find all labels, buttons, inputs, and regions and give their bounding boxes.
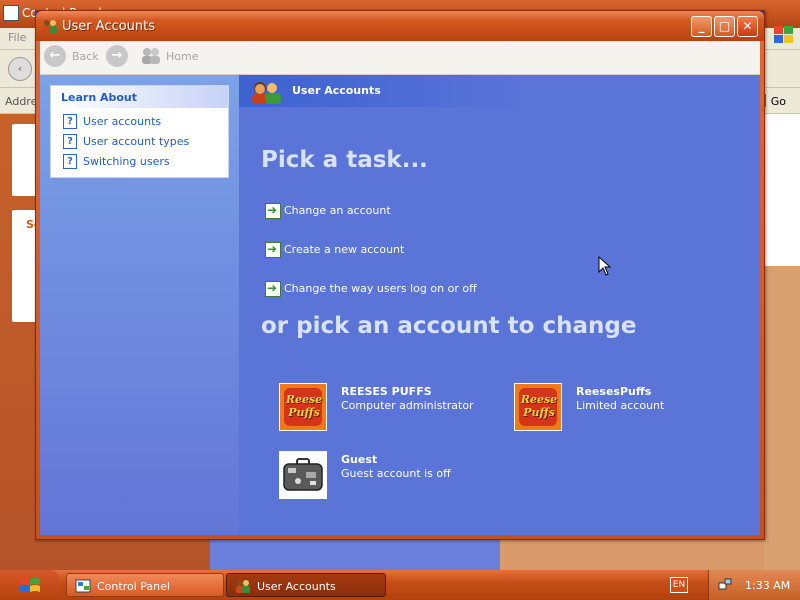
minimize-button[interactable]: _ bbox=[691, 16, 712, 37]
green-arrow-icon bbox=[265, 242, 281, 258]
sidebar-item-label: Switching users bbox=[83, 155, 170, 168]
window-title: User Accounts bbox=[62, 19, 156, 34]
windows-logo-icon bbox=[774, 26, 793, 43]
background-blue-strip bbox=[210, 540, 500, 570]
background-back-button[interactable]: ‹ bbox=[8, 57, 32, 81]
suitcase-icon bbox=[283, 458, 323, 491]
account-type: Limited account bbox=[576, 399, 665, 412]
task-label: Change an account bbox=[284, 204, 391, 217]
task-label: Create a new account bbox=[284, 243, 405, 256]
titlebar[interactable]: User Accounts _ □ ✕ bbox=[36, 11, 764, 41]
user-accounts-icon bbox=[43, 20, 57, 33]
picture-text: Reese Puffs bbox=[285, 393, 323, 419]
learn-about-title: Learn About bbox=[61, 91, 138, 104]
account-type: Computer administrator bbox=[341, 399, 474, 412]
mouse-cursor-icon bbox=[598, 256, 612, 276]
learn-about-box: Learn About ? User accounts ? User accou… bbox=[50, 85, 229, 178]
account-picture bbox=[279, 451, 327, 499]
pick-task-heading: Pick a task... bbox=[261, 147, 428, 173]
learn-about-header: Learn About bbox=[51, 86, 228, 108]
navigation-toolbar: ← Back → Home bbox=[40, 41, 760, 75]
help-icon: ? bbox=[63, 154, 77, 169]
menu-file[interactable]: File bbox=[8, 31, 26, 44]
close-button[interactable]: ✕ bbox=[737, 16, 758, 37]
taskbar-button-label: User Accounts bbox=[257, 580, 336, 593]
language-indicator[interactable]: EN bbox=[670, 577, 688, 593]
taskbar-button-label: Control Panel bbox=[97, 580, 170, 593]
task-label: Change the way users log on or off bbox=[284, 282, 477, 295]
background-right-top bbox=[764, 114, 800, 266]
help-icon: ? bbox=[63, 134, 77, 149]
account-name: REESES PUFFS bbox=[341, 385, 432, 398]
task-sidebar: Learn About ? User accounts ? User accou… bbox=[40, 75, 239, 535]
user-accounts-icon bbox=[236, 580, 250, 593]
forward-arrow-icon: → bbox=[106, 45, 128, 67]
network-icon[interactable] bbox=[717, 577, 733, 593]
user-accounts-window: User Accounts _ □ ✕ ← Back → Home Learn … bbox=[35, 10, 765, 540]
sidebar-item-label: User account types bbox=[83, 135, 190, 148]
pick-account-heading: or pick an account to change bbox=[261, 313, 637, 339]
account-tile-guest[interactable]: Guest Guest account is off bbox=[279, 451, 479, 501]
account-type: Guest account is off bbox=[341, 467, 451, 480]
account-name: ReesesPuffs bbox=[576, 385, 652, 398]
windows-logo-icon bbox=[20, 578, 40, 592]
back-button[interactable]: ← Back bbox=[44, 45, 104, 71]
home-button[interactable]: Home bbox=[138, 45, 208, 71]
main-panel: User Accounts Pick a task... Change an a… bbox=[239, 75, 760, 535]
account-picture: Reese Puffs bbox=[514, 383, 562, 431]
clock[interactable]: 1:33 AM bbox=[745, 579, 790, 592]
taskbar-button-control-panel[interactable]: Control Panel bbox=[66, 573, 224, 597]
picture-text: Reese Puffs bbox=[520, 393, 558, 419]
help-icon: ? bbox=[63, 114, 77, 129]
taskbar: Control Panel User Accounts EN 1:33 AM bbox=[0, 570, 800, 600]
home-label: Home bbox=[166, 50, 199, 63]
taskbar-button-user-accounts[interactable]: User Accounts bbox=[226, 573, 386, 597]
back-arrow-icon: ← bbox=[44, 45, 66, 67]
main-header-title: User Accounts bbox=[292, 84, 381, 97]
maximize-button[interactable]: □ bbox=[714, 16, 735, 37]
users-home-icon bbox=[142, 48, 160, 64]
system-tray: 1:33 AM bbox=[708, 570, 800, 600]
go-button[interactable]: Go bbox=[771, 95, 786, 108]
user-accounts-icon bbox=[252, 82, 281, 104]
main-header: User Accounts bbox=[239, 75, 760, 107]
forward-button[interactable]: → bbox=[106, 45, 130, 71]
control-panel-icon bbox=[3, 5, 19, 21]
green-arrow-icon bbox=[265, 203, 281, 219]
start-button[interactable] bbox=[0, 570, 60, 600]
account-tile-reesespuffs-limited[interactable]: Reese Puffs ReesesPuffs Limited account bbox=[514, 383, 714, 433]
green-arrow-icon bbox=[265, 281, 281, 297]
sidebar-item-label: User accounts bbox=[83, 115, 162, 128]
back-label: Back bbox=[72, 50, 99, 63]
account-picture: Reese Puffs bbox=[279, 383, 327, 431]
account-name: Guest bbox=[341, 453, 378, 466]
account-tile-reeses-puffs-admin[interactable]: Reese Puffs REESES PUFFS Computer admini… bbox=[279, 383, 479, 433]
control-panel-icon bbox=[75, 579, 91, 593]
